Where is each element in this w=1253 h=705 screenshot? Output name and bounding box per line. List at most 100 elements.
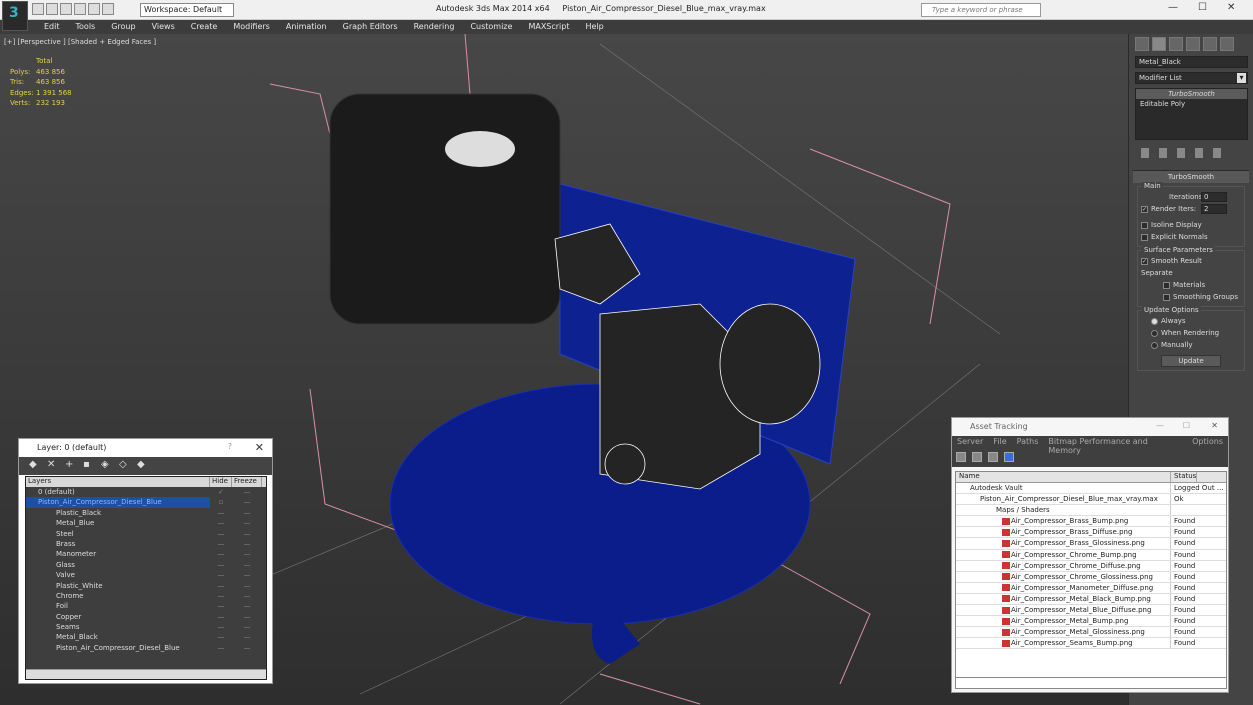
display-tab-icon[interactable] (1203, 37, 1217, 51)
workspace-select[interactable]: Workspace: Default (140, 3, 234, 17)
menu-group[interactable]: Group (103, 20, 143, 34)
table-row[interactable]: Air_Compressor_Metal_Black_Bump.png Found (956, 593, 1226, 606)
table-row[interactable]: Piston_Air_Compressor_Diesel_Blue_max_vr… (956, 494, 1226, 506)
table-row[interactable]: Autodesk Vault Logged Out ... (956, 483, 1226, 495)
menu-maxscript[interactable]: MAXScript (520, 20, 577, 34)
close-icon[interactable]: ✕ (1227, 2, 1235, 13)
menu-animation[interactable]: Animation (278, 20, 335, 34)
app-logo-icon[interactable]: 3 (2, 1, 28, 31)
update-button[interactable]: Update (1161, 355, 1221, 367)
layer-object-row[interactable]: Steel — — (26, 529, 266, 539)
col-freeze[interactable]: Freeze (232, 477, 262, 487)
table-row[interactable]: Air_Compressor_Seams_Bump.png Found (956, 638, 1226, 650)
new-layer-icon[interactable]: ◆ (29, 460, 39, 470)
when-rendering-radio[interactable] (1151, 329, 1158, 337)
layer-object-row[interactable]: Plastic_Black — — (26, 508, 266, 518)
table-row[interactable]: Air_Compressor_Chrome_Diffuse.png Found (956, 560, 1226, 572)
menu-server[interactable]: Server (952, 436, 988, 449)
iterations-spinner[interactable]: 0 (1201, 192, 1227, 202)
layer-object-row[interactable]: Seams — — (26, 622, 266, 632)
horizontal-scrollbar[interactable] (26, 669, 266, 679)
menu-bitmap-performance[interactable]: Bitmap Performance and Memory (1043, 436, 1187, 455)
layer-object-row[interactable]: Plastic_White — — (26, 581, 266, 591)
make-unique-icon[interactable] (1177, 148, 1185, 158)
table-row[interactable]: Air_Compressor_Manometer_Diffuse.png Foun… (956, 582, 1226, 594)
layer-row[interactable]: Piston_Air_Compressor_Diesel_Blue ▫ — (26, 497, 266, 508)
table-row[interactable]: Air_Compressor_Chrome_Glossiness.png Foun… (956, 571, 1226, 583)
refresh-icon[interactable] (956, 452, 966, 462)
modifier-list-select[interactable]: Modifier List (1135, 72, 1248, 84)
explicit-normals-checkbox[interactable] (1141, 233, 1148, 241)
select-layer-icon[interactable]: ▪ (83, 460, 93, 470)
maximize-icon[interactable]: ☐ (1198, 2, 1207, 13)
layer-object-row[interactable]: Piston_Air_Compressor_Diesel_Blue — — (26, 643, 266, 653)
table-view-icon[interactable] (1004, 452, 1014, 462)
col-status[interactable]: Status (1171, 472, 1198, 482)
remove-modifier-icon[interactable] (1195, 148, 1203, 158)
render-iters-checkbox[interactable]: ✓ (1141, 205, 1148, 213)
asset-path-field[interactable] (955, 677, 1227, 689)
project-icon[interactable] (102, 3, 114, 15)
minimize-icon[interactable]: — (1156, 421, 1164, 430)
new-icon[interactable] (32, 3, 44, 15)
materials-checkbox[interactable] (1163, 281, 1170, 289)
col-hide[interactable]: Hide (210, 477, 232, 487)
open-icon[interactable] (46, 3, 58, 15)
help-icon[interactable]: ? (228, 442, 232, 451)
menu-tools[interactable]: Tools (68, 20, 104, 34)
table-row[interactable]: Air_Compressor_Brass_Bump.png Found (956, 516, 1226, 528)
isoline-checkbox[interactable] (1141, 221, 1148, 229)
stack-item-editable-poly[interactable]: Editable Poly (1136, 99, 1247, 109)
table-row[interactable]: Air_Compressor_Metal_Bump.png Found (956, 616, 1226, 628)
hierarchy-tab-icon[interactable] (1169, 37, 1183, 51)
smooth-result-checkbox[interactable]: ✓ (1141, 257, 1148, 265)
motion-tab-icon[interactable] (1186, 37, 1200, 51)
table-row[interactable]: Air_Compressor_Brass_Diffuse.png Found (956, 527, 1226, 539)
thumbnail-view-icon[interactable] (988, 452, 998, 462)
highlight-layer-icon[interactable]: ◈ (101, 460, 111, 470)
search-input[interactable]: Type a keyword or phrase (921, 3, 1041, 17)
table-row[interactable]: Air_Compressor_Metal_Blue_Diffuse.png Fou… (956, 605, 1226, 617)
configure-sets-icon[interactable] (1213, 148, 1221, 158)
table-row[interactable]: Maps / Shaders (956, 505, 1226, 517)
col-name[interactable]: Name (956, 472, 1171, 482)
list-view-icon[interactable] (972, 452, 982, 462)
redo-icon[interactable] (88, 3, 100, 15)
stack-item-turbosmooth[interactable]: TurboSmooth (1136, 89, 1247, 99)
layer-object-row[interactable]: Foil — — (26, 601, 266, 611)
render-iters-spinner[interactable]: 2 (1201, 204, 1227, 214)
menu-views[interactable]: Views (144, 20, 183, 34)
add-to-layer-icon[interactable]: + (65, 460, 75, 470)
table-row[interactable]: Air_Compressor_Chrome_Bump.png Found (956, 549, 1226, 561)
layer-object-row[interactable]: Metal_Blue — — (26, 518, 266, 528)
utilities-tab-icon[interactable] (1220, 37, 1234, 51)
always-radio[interactable] (1151, 317, 1158, 325)
table-row[interactable]: Air_Compressor_Brass_Glossiness.png Found (956, 538, 1226, 550)
menu-help[interactable]: Help (578, 20, 612, 34)
table-row[interactable]: Air_Compressor_Metal_Glossiness.png Found (956, 627, 1226, 639)
save-icon[interactable] (60, 3, 72, 15)
col-layers[interactable]: Layers (26, 477, 210, 487)
layer-object-row[interactable]: Brass — — (26, 539, 266, 549)
smoothing-groups-checkbox[interactable] (1163, 293, 1170, 301)
layer-row[interactable]: 0 (default) ✓ — (26, 487, 266, 497)
menu-create[interactable]: Create (183, 20, 226, 34)
menu-options[interactable]: Options (1187, 436, 1228, 449)
undo-icon[interactable] (74, 3, 86, 15)
hide-all-icon[interactable]: ◇ (119, 460, 129, 470)
menu-modifiers[interactable]: Modifiers (225, 20, 278, 34)
create-tab-icon[interactable] (1135, 37, 1149, 51)
delete-layer-icon[interactable]: ✕ (47, 460, 57, 470)
menu-graph-editors[interactable]: Graph Editors (335, 20, 406, 34)
minimize-icon[interactable]: — (1168, 2, 1178, 13)
menu-customize[interactable]: Customize (462, 20, 520, 34)
maximize-icon[interactable]: ☐ (1183, 421, 1190, 430)
layer-object-row[interactable]: Copper — — (26, 612, 266, 622)
pin-stack-icon[interactable] (1141, 148, 1149, 158)
layer-object-row[interactable]: Chrome — — (26, 591, 266, 601)
close-icon[interactable]: ✕ (255, 441, 264, 454)
menu-rendering[interactable]: Rendering (406, 20, 463, 34)
layer-object-row[interactable]: Manometer — — (26, 549, 266, 559)
menu-paths[interactable]: Paths (1012, 436, 1044, 449)
close-icon[interactable]: ✕ (1211, 421, 1218, 430)
